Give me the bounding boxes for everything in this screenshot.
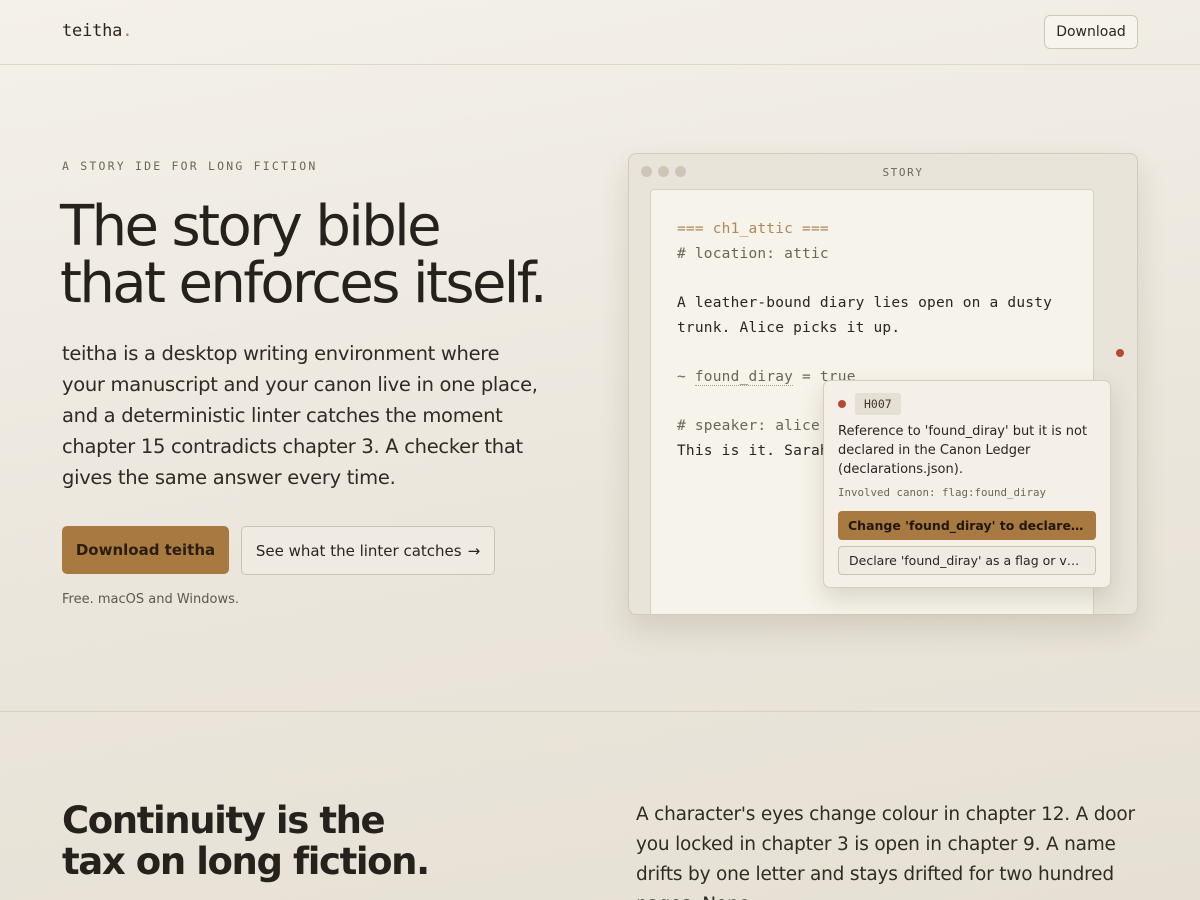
header-download-button[interactable]: Download — [1044, 15, 1138, 49]
lint-message: Reference to 'found_diray' but it is not… — [838, 424, 1088, 477]
hero-eyebrow: A STORY IDE FOR LONG FICTION — [62, 159, 318, 173]
code-line-speaker: # speaker: alice — [677, 418, 820, 434]
logo-dot: . — [122, 21, 133, 41]
linter-catches-label: See what the linter catches — [255, 541, 462, 560]
error-dot-icon — [838, 400, 846, 408]
hero-title-line2: that enforces itself. — [60, 251, 548, 316]
logo[interactable]: teitha. — [62, 21, 132, 41]
fix-declare-button[interactable]: Declare 'found_diray' as a flag or varia… — [838, 546, 1096, 575]
section-title: Continuity is the tax on long fiction. — [62, 800, 482, 882]
fix-rename-button[interactable]: Change 'found_diray' to declared 'foun..… — [838, 511, 1096, 540]
code-line-location: # location: attic — [677, 246, 829, 262]
error-marker-icon[interactable] — [1116, 349, 1124, 357]
lint-involved-canon: Involved canon: flag:found_diray — [838, 486, 1047, 499]
hero-description: teitha is a desktop writing environment … — [62, 342, 538, 489]
fix-rename-label: Change 'found_diray' to declared 'foun..… — [848, 518, 1086, 533]
code-line-dialogue: This is it. Sarah — [677, 443, 829, 459]
section-divider — [0, 711, 1200, 712]
site-header: teitha. Download — [0, 0, 1200, 65]
logo-text: teitha — [62, 21, 123, 41]
assign-prefix: ~ — [677, 369, 695, 385]
download-teitha-button[interactable]: Download teitha — [62, 526, 229, 574]
platform-note: Free. macOS and Windows. — [62, 592, 239, 607]
hero-title: The story bible that enforces itself. — [60, 198, 580, 312]
section-body: A character's eyes change colour in chap… — [636, 804, 1135, 900]
lint-code-badge: H007 — [855, 393, 901, 415]
hero-title-line1: The story bible — [60, 194, 442, 259]
fix-declare-label: Declare 'found_diray' as a flag or varia… — [849, 553, 1085, 568]
lint-popover: H007 Reference to 'found_diray' but it i… — [823, 380, 1111, 588]
window-title: STORY — [882, 166, 924, 179]
linter-catches-button[interactable]: See what the linter catches → — [241, 526, 495, 575]
section-title-line1: Continuity is the — [62, 799, 386, 842]
undeclared-variable[interactable]: found_diray — [694, 369, 794, 386]
section-title-line2: tax on long fiction. — [62, 840, 430, 883]
arrow-right-icon: → — [467, 541, 481, 560]
code-line-prose2: trunk. Alice picks it up. — [677, 320, 901, 336]
code-line-prose1: A leather-bound diary lies open on a dus… — [677, 295, 1053, 311]
code-line-knot: === ch1_attic === — [677, 221, 829, 237]
